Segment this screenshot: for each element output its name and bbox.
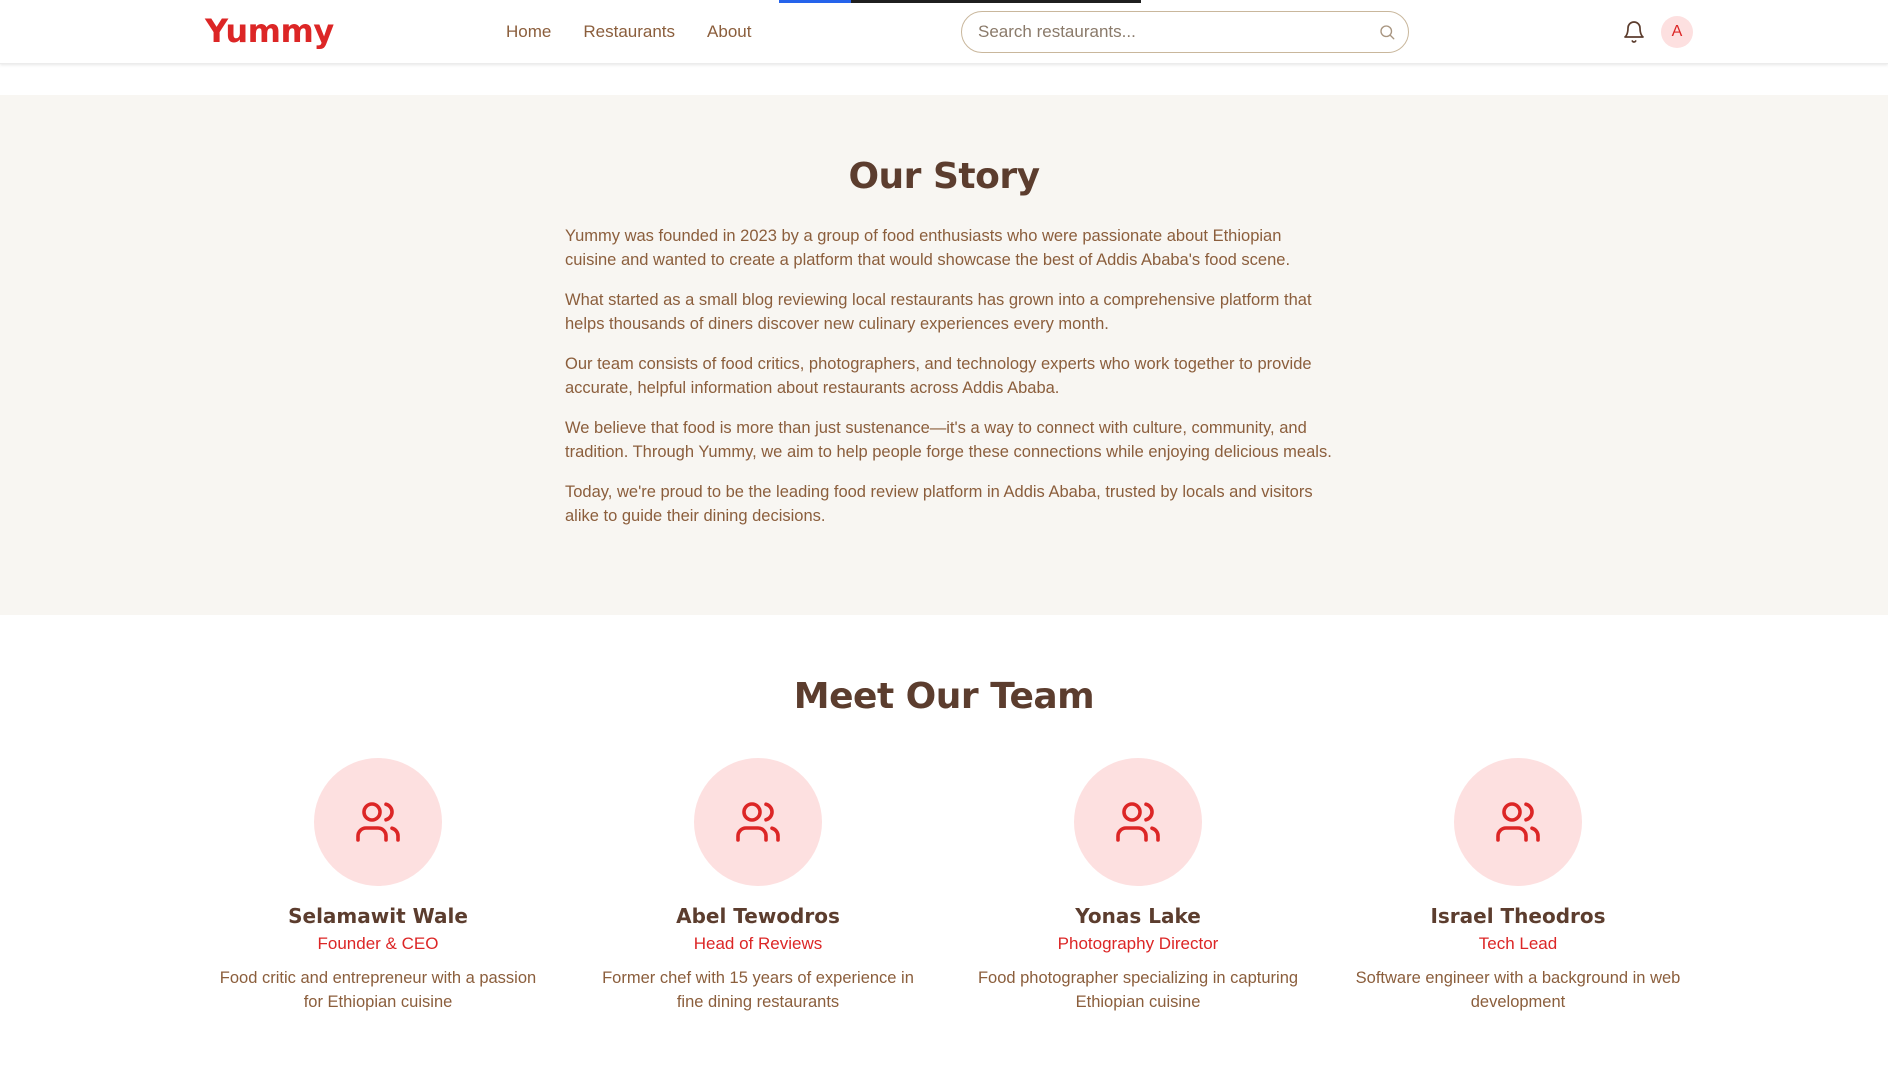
team-member-avatar [1454, 758, 1582, 886]
user-avatar[interactable]: A [1661, 16, 1693, 48]
users-icon [1496, 802, 1540, 842]
search-box [961, 11, 1409, 53]
team-member-name: Selamawit Wale [288, 904, 468, 928]
team-member-bio: Software engineer with a background in w… [1355, 969, 1681, 1011]
search-input[interactable] [978, 12, 1368, 52]
search-icon[interactable] [1378, 23, 1396, 41]
team-member-name: Israel Theodros [1430, 904, 1606, 928]
team-member-card: Yonas Lake Photography Director Food pho… [958, 758, 1318, 1014]
story-paragraph: Today, we're proud to be the leading foo… [565, 483, 1313, 525]
story-paragraph: What started as a small blog reviewing l… [565, 291, 1312, 333]
nav-link-restaurants[interactable]: Restaurants [583, 22, 675, 42]
team-member-card: Selamawit Wale Founder & CEO Food critic… [198, 758, 558, 1014]
site-logo[interactable]: Yummy [205, 12, 334, 50]
our-story-body: Yummy was founded in 2023 by a group of … [565, 224, 1335, 544]
team-member-role: Tech Lead [1478, 934, 1558, 953]
team-member-name: Abel Tewodros [676, 904, 840, 928]
main-nav: Home Restaurants About [506, 22, 751, 42]
team-member-role: Photography Director [1057, 934, 1219, 953]
nav-link-home[interactable]: Home [506, 22, 551, 42]
team-member-avatar [1074, 758, 1202, 886]
our-story-section: Our Story Yummy was founded in 2023 by a… [0, 95, 1888, 615]
page-loading-bar-fill [779, 0, 852, 3]
team-member-card: Abel Tewodros Head of Reviews Former che… [578, 758, 938, 1014]
story-paragraph: Our team consists of food critics, photo… [565, 355, 1312, 397]
team-member-role: Founder & CEO [317, 934, 439, 953]
team-member-bio: Food photographer specializing in captur… [977, 969, 1299, 1011]
team-member-role: Head of Reviews [693, 934, 823, 953]
team-member-bio: Food critic and entrepreneur with a pass… [219, 969, 537, 1011]
users-icon [736, 802, 780, 842]
users-icon [1116, 802, 1160, 842]
team-title: Meet Our Team [793, 676, 1095, 717]
page-loading-bar [779, 0, 1141, 3]
team-member-avatar [314, 758, 442, 886]
team-member-bio: Former chef with 15 years of experience … [602, 969, 914, 1011]
nav-link-about[interactable]: About [707, 22, 751, 42]
users-icon [356, 802, 400, 842]
notification-bell-icon[interactable] [1622, 20, 1646, 44]
team-member-name: Yonas Lake [1075, 904, 1201, 928]
team-member-card: Israel Theodros Tech Lead Software engin… [1338, 758, 1698, 1014]
team-member-avatar [694, 758, 822, 886]
story-paragraph: Yummy was founded in 2023 by a group of … [565, 227, 1291, 269]
story-paragraph: We believe that food is more than just s… [565, 419, 1332, 461]
our-story-title: Our Story [848, 156, 1040, 197]
top-navbar: Yummy Home Restaurants About A [0, 0, 1888, 64]
